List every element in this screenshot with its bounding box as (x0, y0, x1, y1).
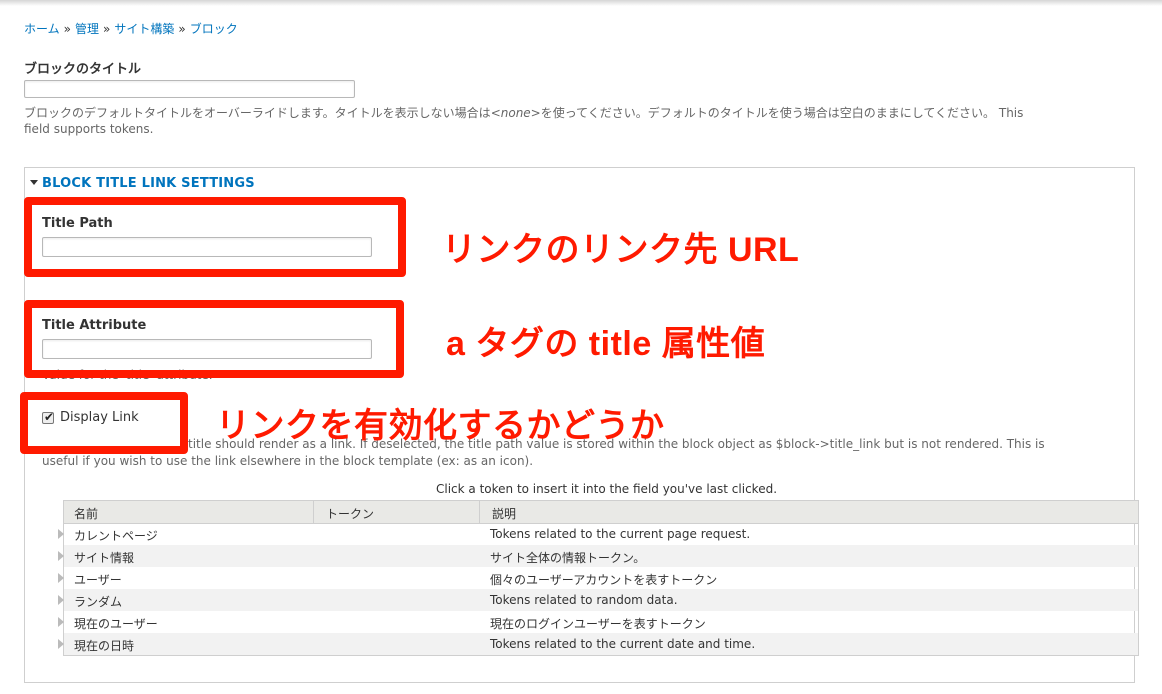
desc-text: field supports tokens. (24, 122, 154, 136)
expand-triangle-icon[interactable] (58, 617, 64, 627)
token-row-name: ランダム (74, 595, 123, 609)
token-row[interactable]: 現在のユーザー 現在のログインユーザーを表すトークン (58, 611, 1138, 633)
token-row-name: サイト情報 (74, 551, 135, 565)
expand-triangle-icon[interactable] (58, 639, 64, 649)
breadcrumb-separator: » (103, 22, 111, 36)
breadcrumb-blocks[interactable]: ブロック (190, 22, 238, 36)
column-divider (313, 501, 314, 523)
token-row-description: サイト全体の情報トークン。 (490, 551, 646, 565)
desc-text: ブロックのデフォルトタイトルをオーバーライドします。タイトルを表示しない場合は (24, 106, 491, 120)
annotation-box-display-link (20, 392, 188, 454)
desc-none-code: <none> (490, 106, 541, 120)
token-row-description: 現在のログインユーザーを表すトークン (490, 617, 706, 631)
token-row-name: 現在の日時 (74, 639, 135, 653)
column-header-description: 説明 (492, 507, 517, 521)
token-row[interactable]: 現在の日時 Tokens related to the current date… (58, 633, 1138, 655)
expand-triangle-icon[interactable] (58, 529, 64, 539)
token-row[interactable]: ユーザー 個々のユーザーアカウントを表すトークン (58, 567, 1138, 589)
breadcrumb-separator: » (178, 22, 186, 36)
breadcrumb-structure[interactable]: サイト構築 (114, 22, 174, 36)
token-row[interactable]: カレントページ Tokens related to the current pa… (58, 523, 1138, 545)
token-table: 名前 トークン 説明 カレントページ Tokens related to the… (58, 500, 1139, 656)
breadcrumb-admin[interactable]: 管理 (75, 22, 99, 36)
expand-triangle-icon[interactable] (58, 573, 64, 583)
token-table-header: 名前 トークン 説明 (64, 501, 1138, 524)
annotation-box-title-attribute (24, 300, 404, 378)
block-title-label: ブロックのタイトル (24, 62, 142, 77)
display-link-description-line2: useful if you wish to use the link elsew… (42, 454, 534, 468)
token-row-description: Tokens related to random data. (490, 593, 678, 607)
desc-text: を使ってください。デフォルトのタイトルを使う場合は空白のままにしてください。 T… (540, 106, 1024, 120)
token-row[interactable]: サイト情報 サイト全体の情報トークン。 (58, 545, 1138, 567)
breadcrumb-separator: » (63, 22, 71, 36)
annotation-title-path: リンクのリンク先 URL (442, 231, 800, 269)
top-shadow (0, 0, 1162, 6)
annotation-title-attribute: a タグの title 属性値 (446, 325, 766, 363)
annotation-display-link: リンクを有効化するかどうか (216, 407, 665, 445)
column-header-token: トークン (326, 507, 375, 521)
annotation-box-title-path (24, 197, 406, 277)
collapse-triangle-icon (30, 180, 38, 185)
expand-triangle-icon[interactable] (58, 551, 64, 561)
token-row-name: カレントページ (74, 529, 158, 543)
fieldset-legend-toggle[interactable]: BLOCK TITLE LINK SETTINGS (30, 176, 255, 191)
token-caption: Click a token to insert it into the fiel… (436, 482, 778, 496)
column-divider (479, 501, 480, 523)
token-row-description: Tokens related to the current page reque… (490, 527, 751, 541)
block-title-input[interactable] (24, 80, 355, 98)
breadcrumb: ホーム» 管理» サイト構築» ブロック (24, 20, 238, 37)
token-row-name: ユーザー (74, 573, 122, 587)
token-row[interactable]: ランダム Tokens related to random data. (58, 589, 1138, 611)
block-title-description: ブロックのデフォルトタイトルをオーバーライドします。タイトルを表示しない場合は<… (24, 105, 1134, 137)
fieldset-legend-label: BLOCK TITLE LINK SETTINGS (42, 176, 255, 191)
column-header-name: 名前 (74, 507, 99, 521)
breadcrumb-home[interactable]: ホーム (24, 22, 60, 36)
token-row-name: 現在のユーザー (74, 617, 158, 631)
expand-triangle-icon[interactable] (58, 595, 64, 605)
token-row-description: 個々のユーザーアカウントを表すトークン (490, 573, 718, 587)
token-row-description: Tokens related to the current date and t… (490, 637, 756, 651)
